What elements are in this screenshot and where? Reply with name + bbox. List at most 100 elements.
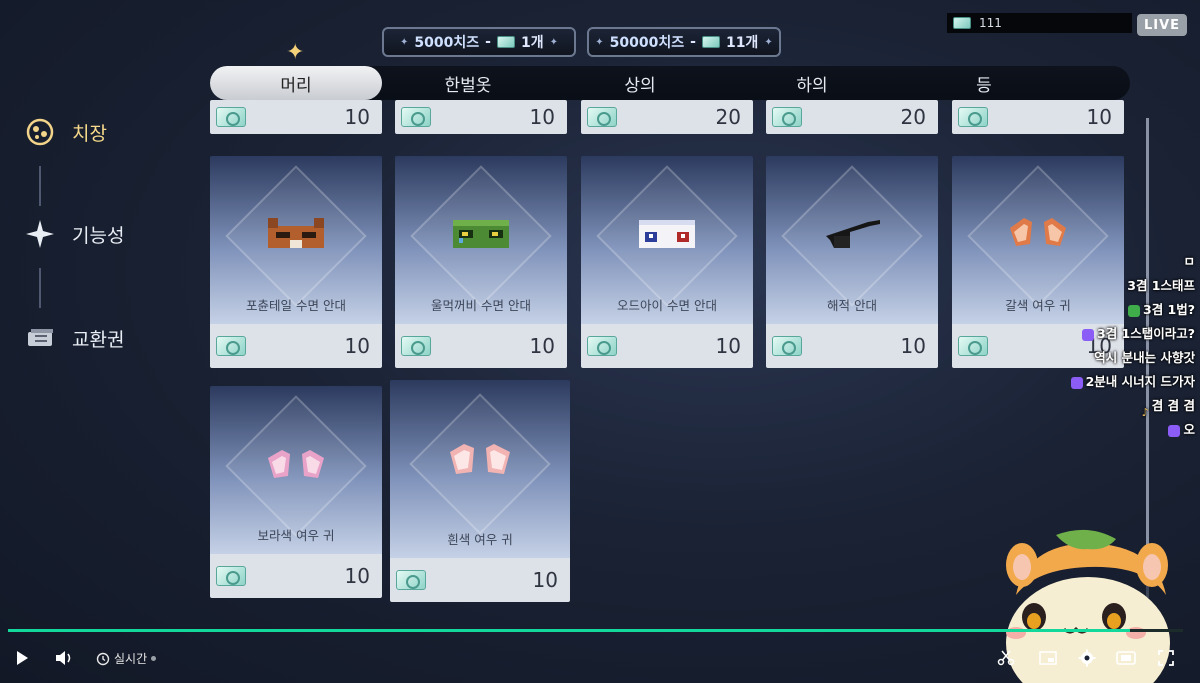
- player-controls: 실시간: [0, 634, 1200, 683]
- item-card-hovered[interactable]: 흰색 여우 귀 10: [390, 380, 570, 602]
- item-price: 10: [344, 564, 370, 588]
- tab-outfit[interactable]: 한벌옷: [382, 66, 554, 100]
- ticket-icon: [701, 36, 720, 48]
- sparkle-icon: ✦: [286, 40, 305, 65]
- sidebar-item-label: 기능성: [72, 224, 125, 247]
- sidebar: 치장 기능성 교환권: [20, 110, 190, 370]
- chat-message: ♪ 겸 겸 겸: [995, 394, 1195, 419]
- item-card[interactable]: 오드아이 수면 안대 10: [581, 156, 753, 368]
- volume-button[interactable]: [50, 644, 78, 672]
- ticket-icon: [496, 36, 515, 48]
- item-name: 울먹꺼비 수면 안대: [431, 298, 531, 313]
- tab-back[interactable]: 등: [898, 66, 1070, 100]
- item-price: 20: [900, 105, 926, 129]
- white-fox-ears-icon: [446, 438, 514, 484]
- item-card[interactable]: 울먹꺼비 수면 안대 10: [395, 156, 567, 368]
- fullscreen-button[interactable]: [1152, 644, 1180, 672]
- fullscreen-icon: [1158, 650, 1174, 666]
- item-price: 10: [1086, 105, 1112, 129]
- item-card[interactable]: 20: [766, 100, 938, 134]
- item-card[interactable]: 20: [581, 100, 753, 134]
- cheese-pack-5000[interactable]: ✦ 5000치즈 - 1개 ✦: [382, 27, 576, 57]
- theater-mode-button[interactable]: [1112, 644, 1140, 672]
- chat-message: 3겸 1스태프: [1127, 278, 1195, 293]
- heart-icon: [1070, 376, 1083, 389]
- top-bar: ✦ 5000치즈 - 1개 ✦ ✦ 50000치즈 - 11개 ✦ 111 LI…: [0, 0, 1200, 65]
- item-name: 해적 안대: [827, 298, 877, 313]
- chat-overlay: ㅁ 3겸 1스태프 3겸 1법? 3겸 1스탭이라고? 역시 분내는 사향갓 2…: [995, 250, 1195, 442]
- play-icon: [17, 651, 28, 665]
- live-badge: LIVE: [1137, 14, 1187, 36]
- sparkle-icon: [24, 218, 56, 250]
- sidebar-item-label: 교환권: [72, 328, 125, 351]
- ticket-icon: [216, 336, 246, 356]
- ticket-icon: [953, 17, 971, 29]
- category-tabs: 머리 한벌옷 상의 하의 등: [210, 66, 1130, 100]
- fox-mask-icon: [264, 214, 328, 258]
- divider: [39, 166, 41, 206]
- sidebar-item-label: 치장: [72, 122, 107, 145]
- ticket-icon: [587, 336, 617, 356]
- pip-button[interactable]: [1034, 644, 1062, 672]
- ticket-icon: [401, 336, 431, 356]
- item-card[interactable]: 10: [210, 100, 382, 134]
- item-price: 10: [529, 334, 555, 358]
- divider: [39, 268, 41, 308]
- clip-button[interactable]: [992, 644, 1020, 672]
- item-art: 포츈테일 수면 안대: [210, 156, 382, 324]
- item-art: 울먹꺼비 수면 안대: [395, 156, 567, 324]
- item-art: 해적 안대: [766, 156, 938, 324]
- item-price: 10: [715, 334, 741, 358]
- item-card[interactable]: 10: [395, 100, 567, 134]
- settings-button[interactable]: [1073, 644, 1101, 672]
- pack-amount: 50000치즈: [609, 35, 685, 51]
- chat-message: 3겸 1스탭이라고?: [995, 322, 1195, 346]
- realtime-label: 실시간: [114, 652, 148, 666]
- item-card[interactable]: 해적 안대 10: [766, 156, 938, 368]
- heart-icon: [1168, 424, 1181, 437]
- item-card[interactable]: 포츈테일 수면 안대 10: [210, 156, 382, 368]
- ticket-icon: [216, 107, 246, 127]
- chat-message: 2분내 시너지 드가자: [995, 370, 1195, 394]
- ticket-icon: [396, 570, 426, 590]
- scissors-icon: [997, 650, 1015, 666]
- history-icon: [96, 652, 110, 665]
- tab-bottom[interactable]: 하의: [726, 66, 898, 100]
- realtime-button[interactable]: 실시간: [96, 650, 157, 667]
- ticket-icon: [958, 336, 988, 356]
- ticket-count: 111: [979, 16, 1002, 30]
- heart-icon: [1082, 328, 1094, 341]
- item-card[interactable]: 10: [952, 100, 1124, 134]
- theater-icon: [1116, 651, 1136, 665]
- tab-top[interactable]: 상의: [554, 66, 726, 100]
- item-name: 흰색 여우 귀: [447, 532, 513, 547]
- item-price: 10: [344, 334, 370, 358]
- pirate-patch-icon: [820, 214, 884, 258]
- sidebar-item-cosmetic[interactable]: 치장: [24, 116, 107, 148]
- tab-head[interactable]: 머리: [210, 66, 382, 100]
- volume-icon: [56, 651, 71, 665]
- cosmetic-icon: [24, 116, 56, 148]
- item-name: 오드아이 수면 안대: [617, 298, 717, 313]
- item-price: 20: [715, 105, 741, 129]
- playback-progress[interactable]: [8, 629, 1183, 632]
- play-button[interactable]: [8, 644, 36, 672]
- pack-amount: 5000치즈: [414, 35, 480, 51]
- item-price: 10: [344, 105, 370, 129]
- progress-fill: [8, 629, 1131, 632]
- cheese-pack-50000[interactable]: ✦ 50000치즈 - 11개 ✦: [587, 27, 781, 57]
- ticket-icon: [772, 107, 802, 127]
- pack-count: 1개: [520, 35, 544, 51]
- item-card[interactable]: 보라색 여우 귀 10: [210, 386, 382, 598]
- item-name: 포츈테일 수면 안대: [246, 298, 346, 313]
- ticket-icon: [772, 336, 802, 356]
- live-dot: [151, 656, 157, 661]
- sidebar-item-voucher[interactable]: 교환권: [24, 322, 124, 354]
- ticket-icon: [24, 322, 56, 354]
- pack-count: 11개: [725, 35, 759, 51]
- item-price: 10: [529, 105, 555, 129]
- music-note-icon: ♪: [1141, 405, 1149, 419]
- pip-icon: [1039, 651, 1057, 665]
- item-art: 오드아이 수면 안대: [581, 156, 753, 324]
- sidebar-item-functional[interactable]: 기능성: [24, 218, 124, 250]
